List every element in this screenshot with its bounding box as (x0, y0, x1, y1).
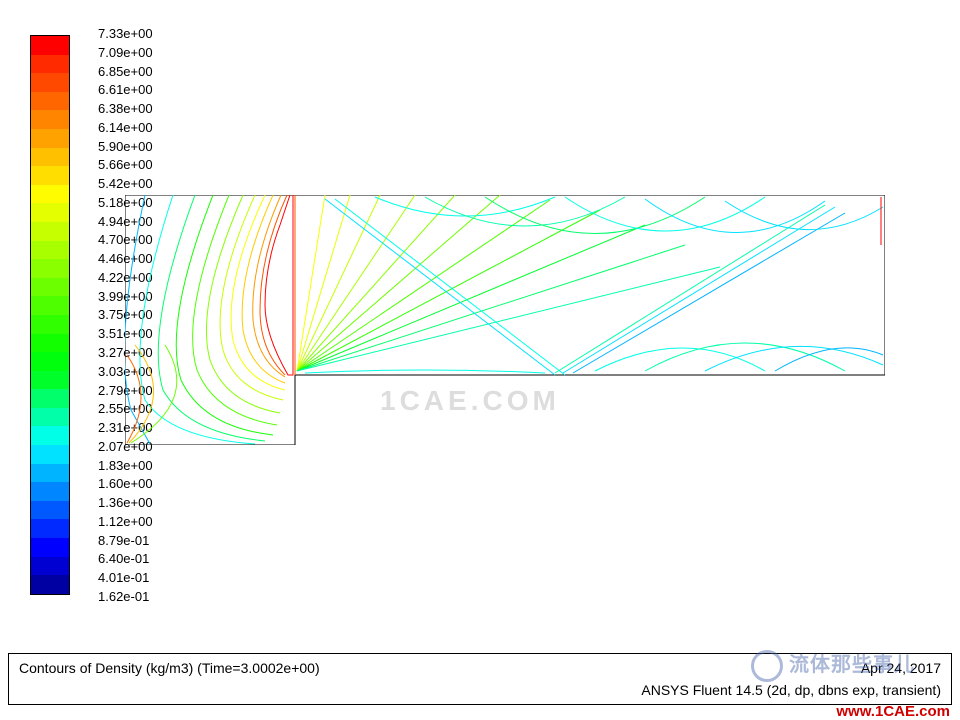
figure-canvas: 7.33e+00 7.09e+00 6.85e+00 6.61e+00 6.38e+00… (0, 0, 960, 720)
legend-swatch (31, 482, 69, 501)
legend-tick: 1.60e+00 (98, 477, 153, 490)
legend-swatch (31, 371, 69, 390)
legend-tick: 7.33e+00 (98, 27, 153, 40)
legend-tick: 6.85e+00 (98, 65, 153, 78)
legend-swatch (31, 426, 69, 445)
legend-tick: 1.12e+00 (98, 515, 153, 528)
expansion-fan (297, 195, 720, 371)
legend-swatch (31, 73, 69, 92)
legend-swatch (31, 110, 69, 129)
legend-swatch (31, 315, 69, 334)
legend-swatch (31, 464, 69, 483)
wechat-icon (751, 650, 783, 682)
legend-swatch (31, 148, 69, 167)
watermark-center: 1CAE.COM (380, 385, 560, 417)
legend-swatch (31, 557, 69, 576)
legend-tick: 7.09e+00 (98, 46, 153, 59)
legend-tick: 4.01e-01 (98, 571, 153, 584)
high-density-region (125, 195, 295, 444)
legend-swatch (31, 296, 69, 315)
legend-swatch (31, 352, 69, 371)
watermark-url: www.1CAE.com (836, 703, 950, 720)
legend-swatch (31, 519, 69, 538)
footer-solver: ANSYS Fluent 14.5 (2d, dp, dbns exp, tra… (641, 682, 941, 698)
legend-swatch (31, 166, 69, 185)
legend-swatch (31, 185, 69, 204)
legend-tick: 6.14e+00 (98, 121, 153, 134)
legend-swatch (31, 389, 69, 408)
legend-tick: 1.62e-01 (98, 590, 153, 603)
legend-tick: 6.38e+00 (98, 102, 153, 115)
legend-tick: 6.61e+00 (98, 83, 153, 96)
footer-title: Contours of Density (kg/m3) (Time=3.0002… (19, 660, 320, 676)
legend-swatch (31, 129, 69, 148)
legend-swatch (31, 501, 69, 520)
legend-swatch (31, 241, 69, 260)
step-base-region (127, 345, 177, 443)
legend-tick: 6.40e-01 (98, 552, 153, 565)
legend-swatch (31, 538, 69, 557)
watermark-chinese: 流体那些事儿 (751, 648, 915, 682)
legend-swatch (31, 222, 69, 241)
legend-tick: 5.90e+00 (98, 140, 153, 153)
legend-tick: 1.36e+00 (98, 496, 153, 509)
legend-swatch (31, 203, 69, 222)
reflected-shock (325, 199, 845, 375)
legend-swatch (31, 92, 69, 111)
legend-tick: 8.79e-01 (98, 534, 153, 547)
legend-swatch (31, 334, 69, 353)
legend-swatch (31, 445, 69, 464)
legend-swatch (31, 408, 69, 427)
legend-colorbar (30, 35, 70, 595)
legend-tick: 5.66e+00 (98, 158, 153, 171)
legend-tick: 5.42e+00 (98, 177, 153, 190)
legend-swatch (31, 55, 69, 74)
legend-tick: 1.83e+00 (98, 459, 153, 472)
legend-swatch (31, 278, 69, 297)
legend-swatch (31, 259, 69, 278)
legend-swatch (31, 36, 69, 55)
legend-swatch (31, 575, 69, 594)
